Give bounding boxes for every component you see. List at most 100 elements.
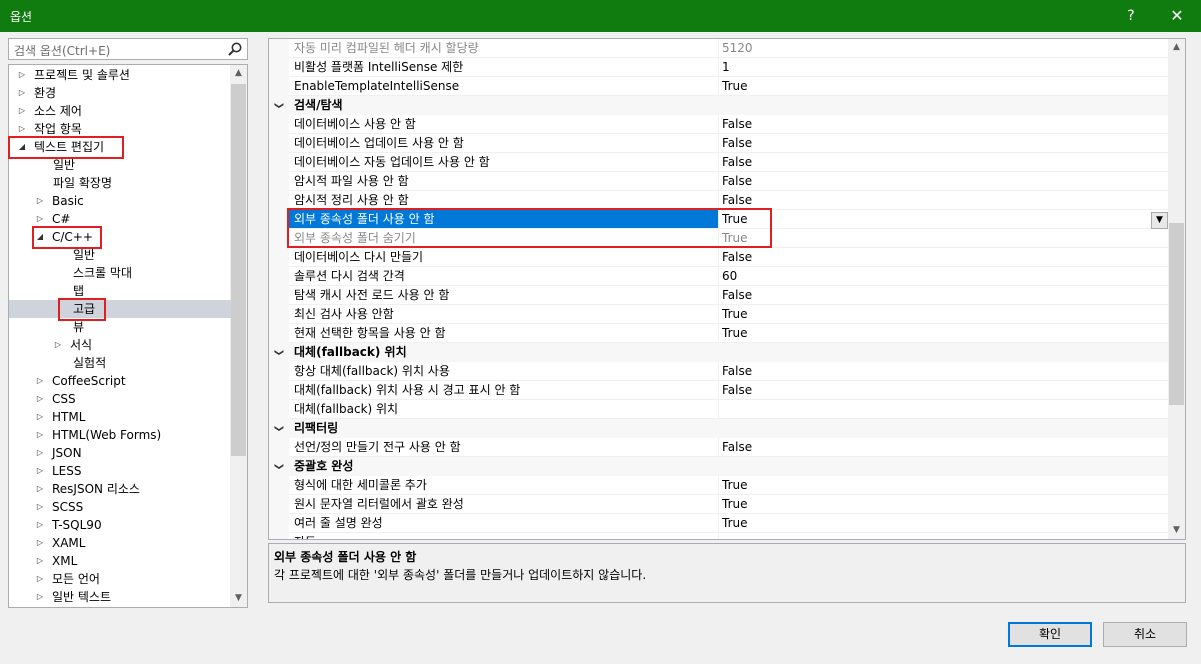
property-row[interactable]: 여러 줄 설명 완성 True — [269, 514, 1168, 533]
tree-item[interactable]: ▷ C# — [9, 210, 231, 228]
tree-item[interactable]: ▷ 환경 — [9, 84, 231, 102]
expand-arrow-icon[interactable]: ▷ — [35, 372, 45, 390]
property-value[interactable]: True — [722, 77, 748, 96]
property-row[interactable]: 항상 대체(fallback) 위치 사용 False — [269, 362, 1168, 381]
collapse-arrow-icon[interactable]: ◢ — [17, 138, 27, 156]
property-value[interactable]: 60 — [722, 267, 737, 286]
property-value[interactable]: False — [722, 286, 752, 305]
property-row[interactable]: 데이터베이스 업데이트 사용 안 함 False — [269, 134, 1168, 153]
tree-scrollbar[interactable]: ▲ ▼ — [230, 65, 247, 607]
expand-arrow-icon[interactable]: ▷ — [17, 66, 27, 84]
property-row[interactable]: 원시 문자열 리터럴에서 괄호 완성 True — [269, 495, 1168, 514]
tree-item[interactable]: ▷ HTML — [9, 408, 231, 426]
expand-arrow-icon[interactable]: ▷ — [35, 588, 45, 606]
tree-item[interactable]: ▷ CoffeeScript — [9, 372, 231, 390]
expand-arrow-icon[interactable]: ▷ — [35, 516, 45, 534]
collapse-arrow-icon[interactable]: ◢ — [35, 228, 45, 246]
collapse-chevron-icon[interactable]: ❯ — [269, 349, 287, 357]
property-value[interactable]: True — [722, 229, 748, 248]
tree-item[interactable]: ▷ SCSS — [9, 498, 231, 516]
tree-item[interactable]: 탭 — [9, 282, 231, 300]
property-row[interactable]: 암시적 정리 사용 안 함 False — [269, 191, 1168, 210]
tree-item[interactable]: 스크롤 막대 — [9, 264, 231, 282]
expand-arrow-icon[interactable]: ▷ — [35, 210, 45, 228]
property-row[interactable]: 외부 종속성 폴더 숨기기 True — [269, 229, 1168, 248]
property-value[interactable]: False — [722, 248, 752, 267]
property-value[interactable]: False — [722, 381, 752, 400]
tree-item[interactable]: ▷ 프로젝트 및 솔루션 — [9, 66, 231, 84]
expand-arrow-icon[interactable]: ▷ — [35, 552, 45, 570]
property-category[interactable]: ❯ 검색/탐색 — [269, 96, 1168, 115]
expand-arrow-icon[interactable]: ▷ — [17, 120, 27, 138]
grid-scrollbar[interactable]: ▲ ▼ — [1168, 39, 1185, 539]
tree-item[interactable]: 일반 — [9, 156, 231, 174]
property-row[interactable]: 데이터베이스 다시 만들기 False — [269, 248, 1168, 267]
expand-arrow-icon[interactable]: ▷ — [53, 336, 63, 354]
property-value[interactable]: False — [722, 134, 752, 153]
tree-item[interactable]: 일반 — [9, 246, 231, 264]
property-row[interactable]: EnableTemplateIntelliSense True — [269, 77, 1168, 96]
search-icon[interactable] — [227, 41, 243, 57]
grid-scroll-thumb[interactable] — [1169, 223, 1184, 405]
tree-item[interactable]: 실험적 — [9, 354, 231, 372]
expand-arrow-icon[interactable]: ▷ — [17, 102, 27, 120]
property-row[interactable]: 선언/정의 만들기 전구 사용 안 함 False — [269, 438, 1168, 457]
property-row[interactable]: 대체(fallback) 위치 — [269, 400, 1168, 419]
cancel-button[interactable]: 취소 — [1103, 622, 1187, 647]
tree-item[interactable]: ▷ CSS — [9, 390, 231, 408]
value-dropdown-button[interactable]: ▼ — [1151, 212, 1168, 229]
property-row[interactable]: 솔루션 다시 검색 간격 60 — [269, 267, 1168, 286]
tree-item[interactable]: ▷ XML — [9, 552, 231, 570]
tree-item[interactable]: ▷ T-SQL90 — [9, 516, 231, 534]
expand-arrow-icon[interactable]: ▷ — [35, 192, 45, 210]
tree-item[interactable]: ▷ 소스 제어 — [9, 102, 231, 120]
property-category[interactable]: ❯ 대체(fallback) 위치 — [269, 343, 1168, 362]
property-row[interactable]: 대체(fallback) 위치 사용 시 경고 표시 안 함 False — [269, 381, 1168, 400]
property-row[interactable]: 형식에 대한 세미콜론 추가 True — [269, 476, 1168, 495]
property-value[interactable]: True — [722, 210, 748, 229]
tree-item[interactable]: ▷ ResJSON 리소스 — [9, 480, 231, 498]
property-row[interactable]: 암시적 파일 사용 안 함 False — [269, 172, 1168, 191]
property-value[interactable]: 1 — [722, 58, 730, 77]
tree-item[interactable]: ▷ 일반 텍스트 — [9, 588, 231, 606]
property-category[interactable]: ❯ 중괄호 완성 — [269, 457, 1168, 476]
tree-item[interactable]: 파일 확장명 — [9, 174, 231, 192]
expand-arrow-icon[interactable]: ▷ — [35, 462, 45, 480]
tree-item[interactable]: ▷ LESS — [9, 462, 231, 480]
tree-item[interactable]: ▷ 작업 항목 — [9, 120, 231, 138]
tree-item[interactable]: ▷ XAML — [9, 534, 231, 552]
property-value[interactable]: False — [722, 438, 752, 457]
property-row[interactable]: 자동 ... — [269, 533, 1168, 539]
expand-arrow-icon[interactable]: ▷ — [17, 84, 27, 102]
property-row[interactable]: 자동 미리 컴파일된 헤더 캐시 할당량 5120 — [269, 39, 1168, 58]
property-value[interactable]: True — [722, 305, 748, 324]
property-category[interactable]: ❯ 리팩터링 — [269, 419, 1168, 438]
collapse-chevron-icon[interactable]: ❯ — [269, 102, 287, 110]
collapse-chevron-icon[interactable]: ❯ — [269, 463, 287, 471]
property-value[interactable]: False — [722, 172, 752, 191]
tree-item[interactable]: ▷ Basic — [9, 192, 231, 210]
help-button[interactable]: ? — [1108, 0, 1154, 32]
tree-item[interactable]: ◢ C/C++ — [9, 228, 231, 246]
tree-item[interactable]: ▷ HTML(Web Forms) — [9, 426, 231, 444]
expand-arrow-icon[interactable]: ▷ — [35, 444, 45, 462]
scroll-up-icon[interactable]: ▲ — [1168, 39, 1185, 56]
expand-arrow-icon[interactable]: ▷ — [35, 426, 45, 444]
property-value[interactable]: False — [722, 115, 752, 134]
property-row[interactable]: 데이터베이스 사용 안 함 False — [269, 115, 1168, 134]
expand-arrow-icon[interactable]: ▷ — [35, 480, 45, 498]
tree-item[interactable]: ▷ 모든 언어 — [9, 570, 231, 588]
property-value[interactable]: False — [722, 362, 752, 381]
property-value[interactable]: False — [722, 191, 752, 210]
property-value[interactable]: 5120 — [722, 39, 753, 58]
scroll-down-icon[interactable]: ▼ — [1168, 522, 1185, 539]
expand-arrow-icon[interactable]: ▷ — [35, 408, 45, 426]
property-value[interactable]: True — [722, 514, 748, 533]
tree-item[interactable]: ◢ 텍스트 편집기 — [9, 138, 231, 156]
property-row[interactable]: 데이터베이스 자동 업데이트 사용 안 함 False — [269, 153, 1168, 172]
search-input[interactable]: 검색 옵션(Ctrl+E) — [8, 38, 248, 60]
expand-arrow-icon[interactable]: ▷ — [35, 390, 45, 408]
property-value[interactable]: True — [722, 495, 748, 514]
property-row[interactable]: 외부 종속성 폴더 사용 안 함 True — [269, 210, 1168, 229]
property-value[interactable]: True — [722, 324, 748, 343]
